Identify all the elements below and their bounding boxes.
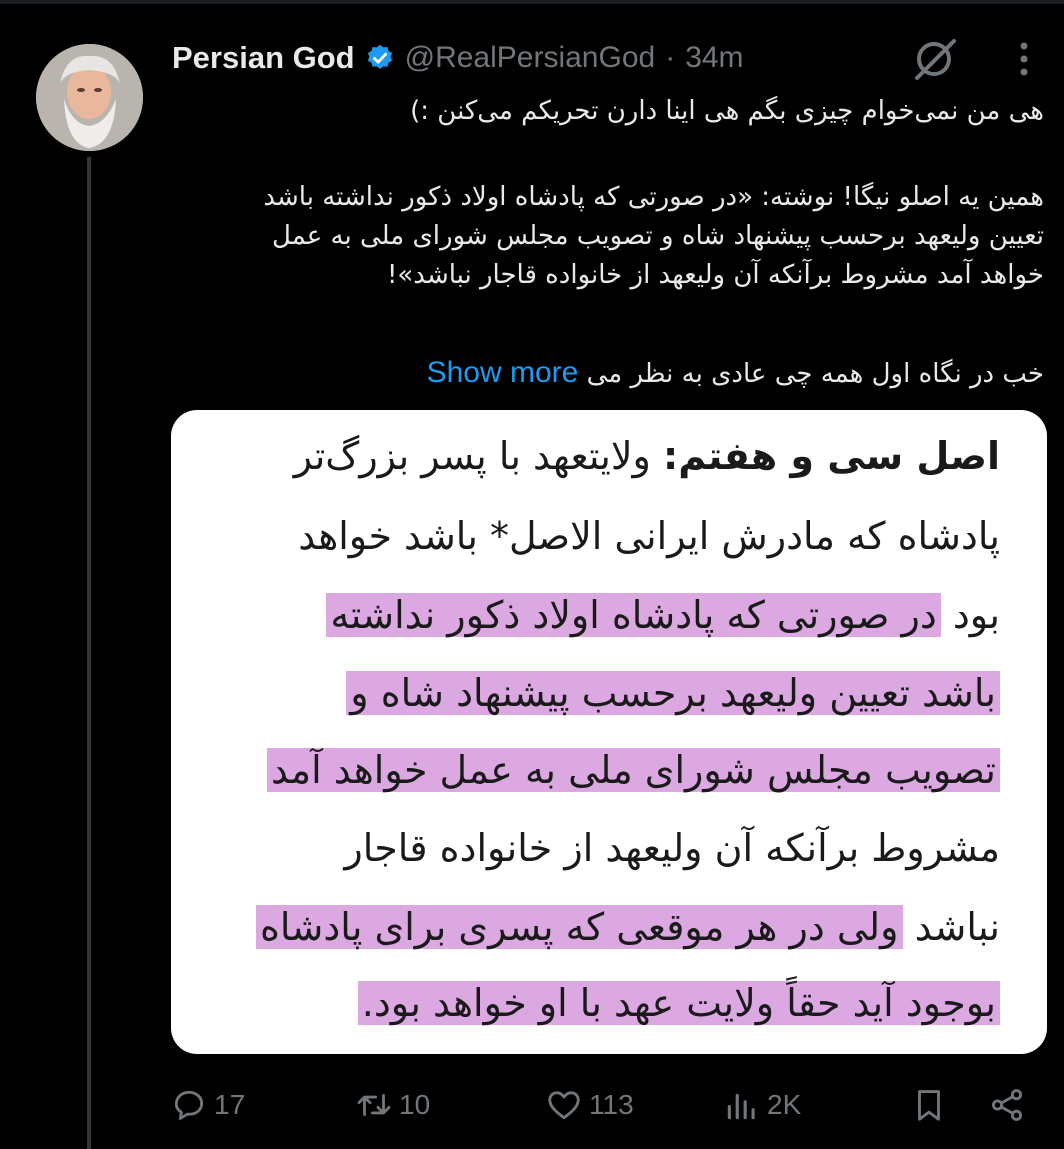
tweet-text-line: همین یه اصلو نیگا! نوشته: «در صورتی که پ… <box>263 182 1044 212</box>
more-options-icon[interactable] <box>1004 36 1044 82</box>
author-handle[interactable]: @RealPersianGod <box>405 41 656 75</box>
repost-icon <box>357 1094 391 1116</box>
like-button[interactable]: 113 <box>545 1080 634 1130</box>
repost-button[interactable]: 10 <box>355 1080 430 1130</box>
share-icon <box>991 1089 1023 1121</box>
doc-text: ولایتعهد با پسر بزرگ‌تر <box>293 434 663 478</box>
views-chart-icon <box>727 1093 755 1120</box>
doc-line-8: بوجود آید حقاً ولایت عهد با او خواهد بود… <box>357 973 1000 1033</box>
doc-highlight: باشد تعیین ولیعهد برحسب پیشنهاد شاه و <box>346 671 1000 715</box>
tweet-text-paragraph-2: همین یه اصلو نیگا! نوشته: «در صورتی که پ… <box>144 178 1044 295</box>
media-image[interactable]: اصل سی و هفتم: ولایتعهد با پسر بزرگ‌تر پ… <box>171 410 1047 1054</box>
tweet-text-last-line: خب در نگاه اول همه چی عادی به نظر می Sho… <box>144 353 1044 394</box>
tweet-text-truncated: خب در نگاه اول همه چی عادی به نظر می <box>586 359 1044 389</box>
doc-article-title: اصل سی و هفتم: <box>663 434 1000 478</box>
bookmark-button[interactable] <box>910 1080 948 1130</box>
doc-line-7: نباشد ولی در هر موقعی که پسری برای پادشا… <box>256 897 1000 957</box>
doc-text: بود <box>940 593 1000 637</box>
doc-line-4: باشد تعیین ولیعهد برحسب پیشنهاد شاه و <box>346 663 1000 723</box>
verified-badge-icon <box>367 44 392 69</box>
thread-line <box>87 157 91 1149</box>
grok-icon[interactable] <box>908 33 960 85</box>
views-button[interactable]: 2K <box>723 1080 801 1130</box>
doc-line-5: تصویب مجلس شورای ملی به عمل خواهد آمد <box>266 740 1000 800</box>
show-more-link[interactable]: Show more <box>427 356 579 389</box>
separator-dot: · <box>665 41 676 74</box>
heart-icon <box>548 1091 580 1120</box>
tweet-text-line: تعیین ولیعهد برحسب پیشنهاد شاه و تصویب م… <box>272 221 1044 251</box>
views-count: 2K <box>767 1089 802 1120</box>
author-display-name[interactable]: Persian God <box>172 40 355 76</box>
doc-highlight: بوجود آید حقاً ولایت عهد با او خواهد بود… <box>357 981 1000 1025</box>
like-count: 113 <box>589 1089 634 1120</box>
top-divider <box>0 0 1064 4</box>
doc-text: نباشد <box>902 905 1000 949</box>
share-button[interactable] <box>988 1080 1026 1130</box>
tweet-text-line: خواهد آمد مشروط برآنکه آن ولیعهد از خانو… <box>386 260 1044 290</box>
doc-line-1: اصل سی و هفتم: ولایتعهد با پسر بزرگ‌تر <box>294 426 1000 486</box>
doc-highlight: تصویب مجلس شورای ملی به عمل خواهد آمد <box>266 748 1000 792</box>
doc-line-2: پادشاه که مادرش ایرانی الاصل* باشد خواهد <box>298 514 1000 558</box>
reply-count: 17 <box>214 1089 246 1120</box>
timestamp[interactable]: 34m <box>685 41 743 75</box>
repost-count: 10 <box>399 1089 431 1120</box>
reply-icon <box>174 1090 204 1120</box>
doc-highlight: ولی در هر موقعی که پسری برای پادشاه <box>256 905 903 949</box>
bookmark-icon <box>918 1090 940 1121</box>
doc-line-6: مشروط برآنکه آن ولیعهد از خانواده قاجار <box>344 826 1000 870</box>
doc-highlight: در صورتی که پادشاه اولاد ذکور نداشته <box>326 593 941 637</box>
avatar-image <box>36 44 143 151</box>
tweet-header: Persian God @RealPersianGod · 34m <box>172 36 744 80</box>
action-bar: 17 10 113 2K <box>170 1080 1050 1130</box>
tweet-text-line-1: هی من نمی‌خوام چیزی بگم هی اینا دارن تحر… <box>410 96 1044 126</box>
avatar[interactable] <box>36 44 143 151</box>
doc-line-3: بود در صورتی که پادشاه اولاد ذکور نداشته <box>326 585 1000 645</box>
reply-button[interactable]: 17 <box>170 1080 245 1130</box>
